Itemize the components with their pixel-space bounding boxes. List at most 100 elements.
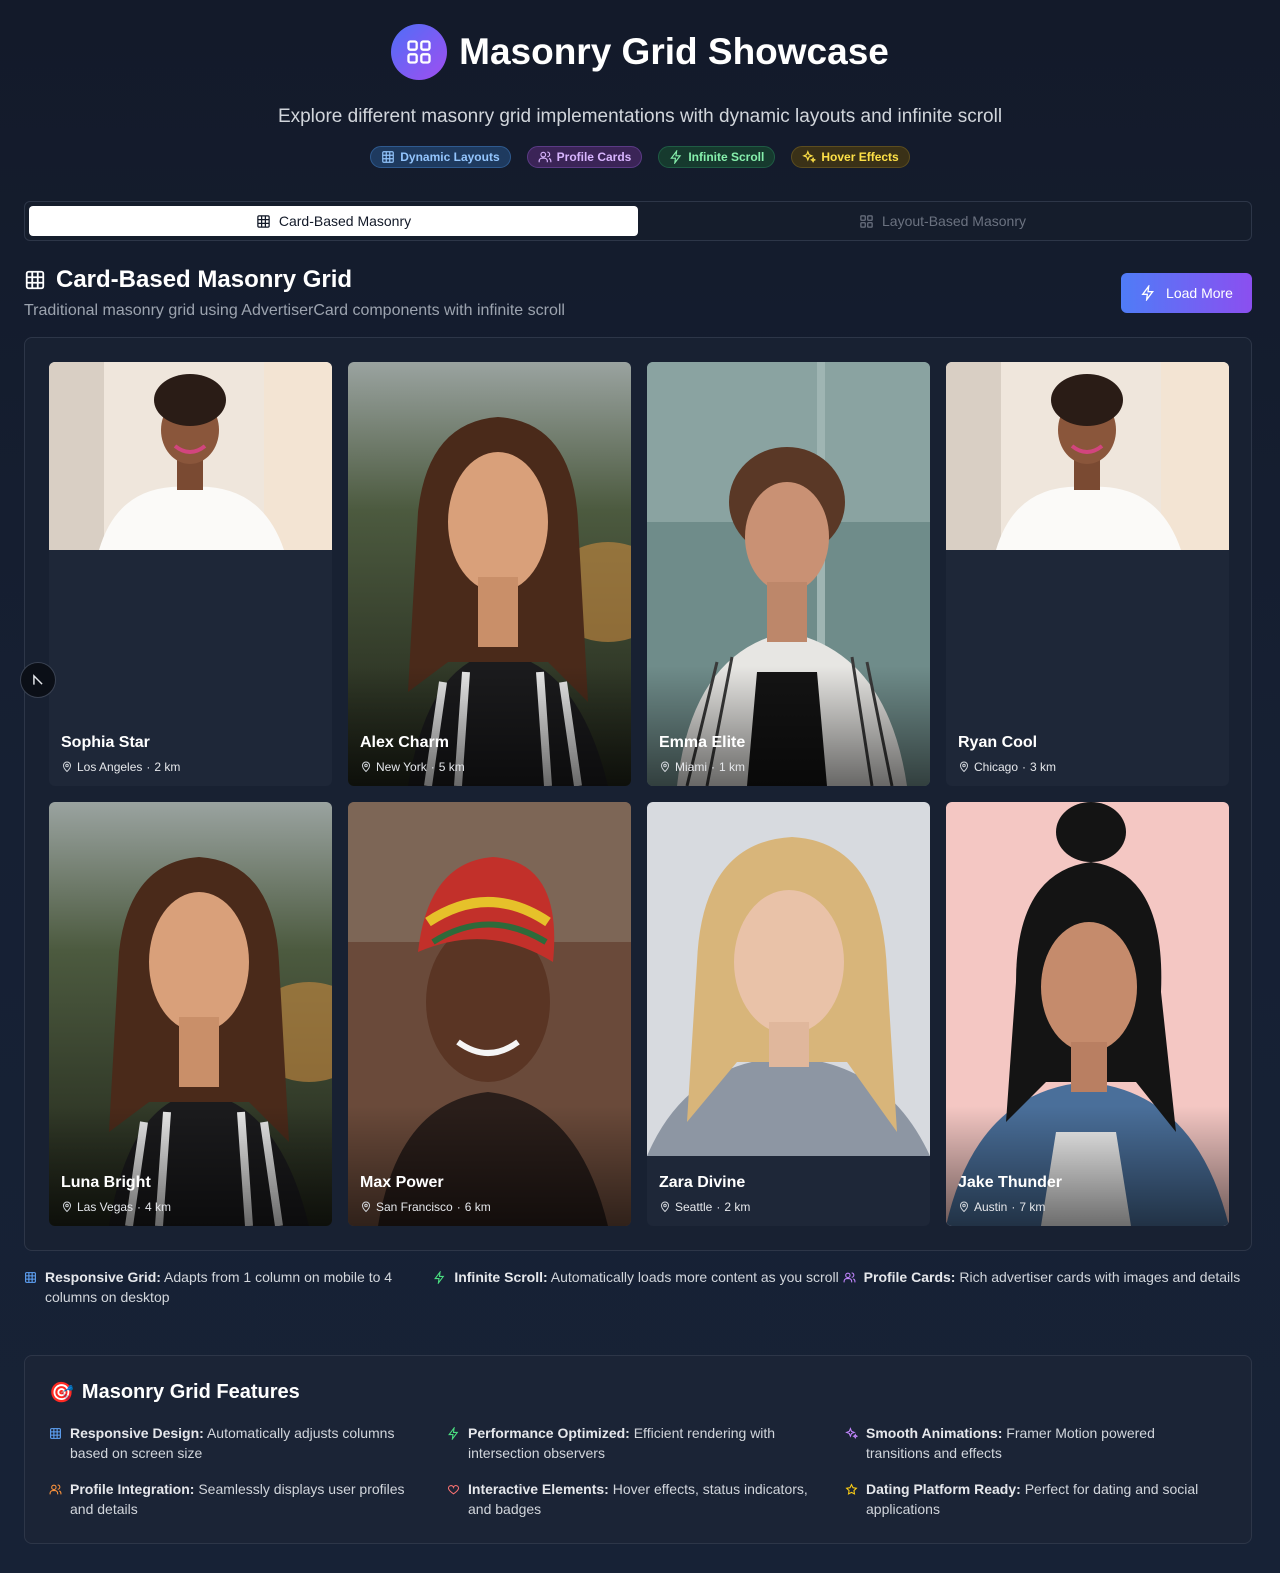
profile-card[interactable]: Sophia Star Los Angeles · 2 km <box>49 362 332 786</box>
tab-layout-based[interactable]: Layout-Based Masonry <box>638 206 1247 236</box>
card-location: Chicago · 3 km <box>958 760 1056 774</box>
profile-card[interactable]: Zara Divine Seattle · 2 km <box>647 802 930 1226</box>
map-pin-icon <box>959 1201 969 1213</box>
page-header: Masonry Grid Showcase Explore different … <box>0 0 1280 168</box>
card-location: Seattle · 2 km <box>659 1200 750 1214</box>
tab-label: Card-Based Masonry <box>278 213 412 229</box>
masonry-grid: Sophia Star Los Angeles · 2 km Alex Char… <box>24 337 1252 1251</box>
feature-item: Smooth Animations: Framer Motion powered… <box>845 1423 1225 1463</box>
users-icon <box>49 1484 62 1495</box>
view-tabs: Card-Based Masonry Layout-Based Masonry <box>24 201 1252 241</box>
location-city: Seattle <box>675 1200 713 1214</box>
features-grid: Responsive Design: Automatically adjusts… <box>49 1423 1227 1519</box>
feature-badges: Dynamic Layouts Profile Cards Infinite S… <box>0 146 1280 168</box>
section-subtitle: Traditional masonry grid using Advertise… <box>24 302 565 319</box>
map-pin-icon <box>62 1201 72 1213</box>
lightning-icon <box>434 1271 445 1284</box>
card-location: Miami · 1 km <box>659 760 745 774</box>
lightning-icon <box>1141 285 1155 301</box>
feature-item: Profile Integration: Seamlessly displays… <box>49 1479 447 1519</box>
location-city: Austin <box>974 1200 1008 1214</box>
badge-infinite-scroll: Infinite Scroll <box>658 146 776 168</box>
location-city: New York <box>376 760 427 774</box>
profile-photo <box>49 362 332 550</box>
location-city: Los Angeles <box>77 760 143 774</box>
users-icon <box>843 1272 856 1283</box>
location-city: Las Vegas <box>77 1200 134 1214</box>
star-icon <box>845 1483 858 1495</box>
map-pin-icon <box>62 761 72 773</box>
profile-card[interactable]: Alex Charm New York · 5 km <box>348 362 631 786</box>
profile-card[interactable]: Emma Elite Miami · 1 km <box>647 362 930 786</box>
section-header: Card-Based Masonry Grid Traditional maso… <box>24 266 1252 320</box>
profile-photo <box>647 802 930 1156</box>
page-title: Masonry Grid Showcase <box>459 31 889 72</box>
cursor-icon <box>20 662 56 698</box>
location-distance: 4 km <box>145 1200 172 1214</box>
profile-card[interactable]: Max Power San Francisco · 6 km <box>348 802 631 1226</box>
note-profile-cards: Profile Cards: Rich advertiser cards wit… <box>843 1267 1252 1307</box>
profile-card[interactable]: Jake Thunder Austin · 7 km <box>946 802 1229 1226</box>
location-distance: 3 km <box>1030 760 1057 774</box>
lightning-icon <box>670 150 682 164</box>
badge-label: Hover Effects <box>821 150 899 164</box>
profile-card[interactable]: Ryan Cool Chicago · 3 km <box>946 362 1229 786</box>
tab-label: Layout-Based Masonry <box>882 213 1026 229</box>
profile-photo <box>946 362 1229 550</box>
card-name: Zara Divine <box>659 1174 746 1191</box>
badge-label: Dynamic Layouts <box>400 150 500 164</box>
feature-item: Interactive Elements: Hover effects, sta… <box>447 1479 845 1519</box>
note-responsive-grid: Responsive Grid: Adapts from 1 column on… <box>24 1267 433 1307</box>
badge-label: Infinite Scroll <box>688 150 765 164</box>
card-location: Austin · 7 km <box>958 1200 1045 1214</box>
lightning-icon <box>448 1427 459 1440</box>
card-name: Luna Bright <box>61 1174 151 1191</box>
card-location: New York · 5 km <box>360 760 465 774</box>
location-distance: 1 km <box>719 760 746 774</box>
location-city: San Francisco <box>376 1200 453 1214</box>
tab-card-based[interactable]: Card-Based Masonry <box>29 206 638 236</box>
section-title-text: Card-Based Masonry Grid <box>56 266 353 293</box>
card-name: Max Power <box>360 1174 444 1191</box>
target-icon: 🎯 <box>49 1382 74 1404</box>
load-more-button[interactable]: Load More <box>1121 273 1252 313</box>
location-distance: 2 km <box>724 1200 751 1214</box>
grid-icon <box>257 214 270 228</box>
title-row: Masonry Grid Showcase <box>0 24 1280 80</box>
sparkles-icon <box>845 1427 858 1440</box>
map-pin-icon <box>660 761 670 773</box>
card-location: Los Angeles · 2 km <box>61 760 180 774</box>
map-pin-icon <box>660 1201 670 1213</box>
grid-icon <box>50 1428 61 1439</box>
location-city: Miami <box>675 760 707 774</box>
features-title: 🎯 Masonry Grid Features <box>49 1381 300 1404</box>
location-distance: 6 km <box>464 1200 491 1214</box>
location-distance: 2 km <box>154 760 181 774</box>
card-name: Ryan Cool <box>958 734 1038 751</box>
profile-card[interactable]: Luna Bright Las Vegas · 4 km <box>49 802 332 1226</box>
users-icon <box>538 151 552 163</box>
note-infinite-scroll: Infinite Scroll: Automatically loads mor… <box>433 1267 842 1307</box>
grid-icon <box>25 270 45 290</box>
grid-icon <box>391 24 448 80</box>
grid-icon <box>25 1272 36 1283</box>
card-location: San Francisco · 6 km <box>360 1200 491 1214</box>
heart-icon <box>447 1485 460 1495</box>
card-name: Alex Charm <box>360 734 449 751</box>
location-distance: 5 km <box>438 760 465 774</box>
sparkles-icon <box>802 150 817 163</box>
features-panel: 🎯 Masonry Grid Features Responsive Desig… <box>24 1355 1252 1544</box>
map-pin-icon <box>959 761 969 773</box>
card-location: Las Vegas · 4 km <box>61 1200 171 1214</box>
badge-profile-cards: Profile Cards <box>526 146 643 168</box>
feature-item: Responsive Design: Automatically adjusts… <box>49 1423 447 1463</box>
badge-hover-effects: Hover Effects <box>791 146 910 168</box>
grid-notes: Responsive Grid: Adapts from 1 column on… <box>24 1267 1252 1307</box>
grid-icon <box>382 151 395 163</box>
card-name: Jake Thunder <box>958 1174 1063 1191</box>
map-pin-icon <box>361 761 371 773</box>
badge-dynamic-layouts: Dynamic Layouts <box>370 146 511 168</box>
map-pin-icon <box>361 1201 371 1213</box>
section-title: Card-Based Masonry Grid <box>24 266 1252 294</box>
load-more-label: Load More <box>1166 285 1233 301</box>
